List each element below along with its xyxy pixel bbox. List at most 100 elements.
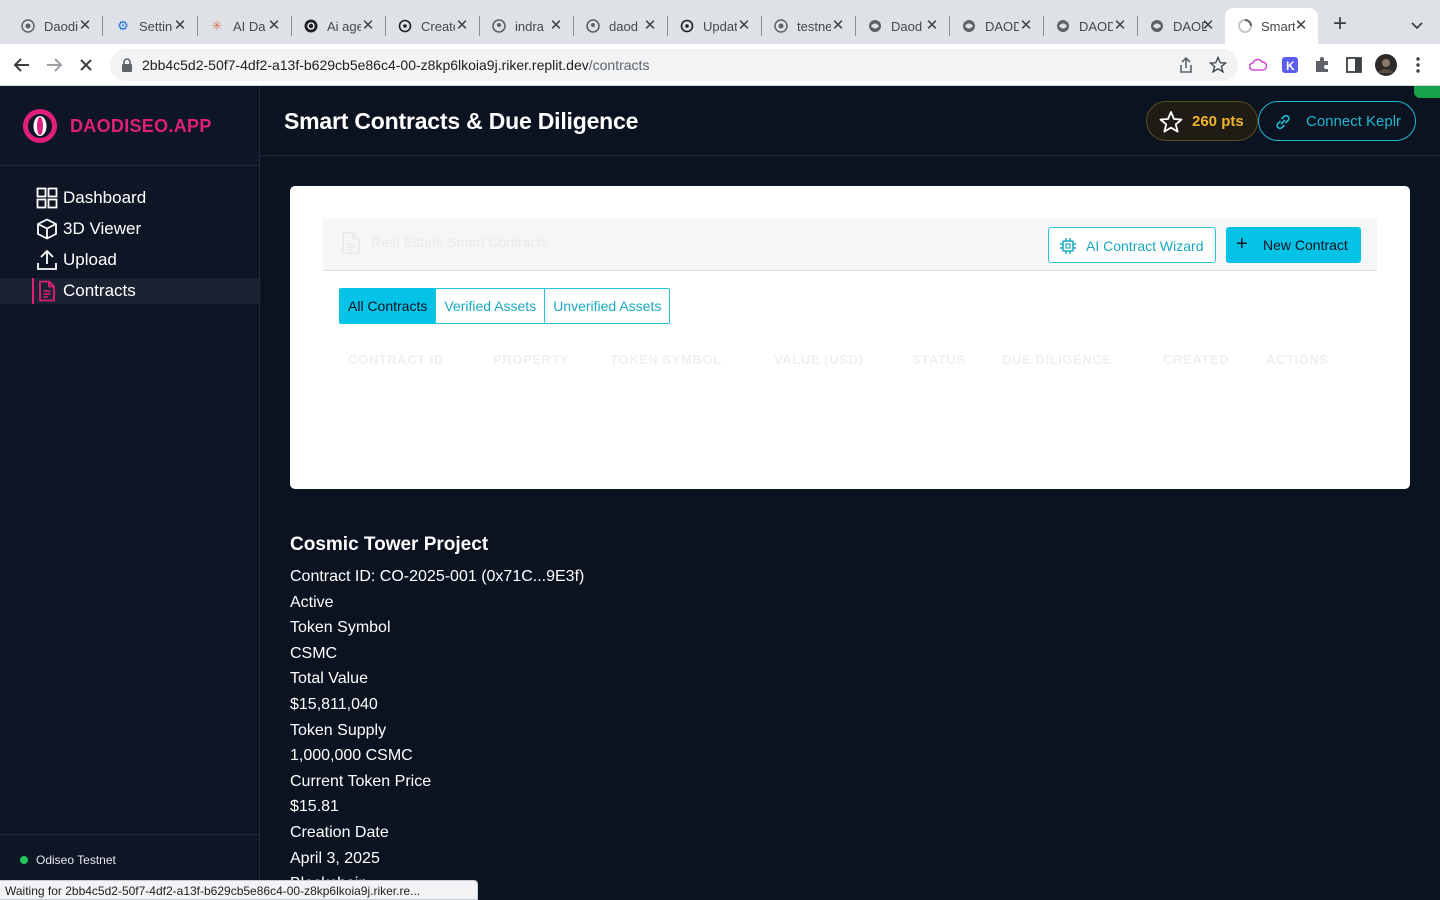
detail-value: $15.81 — [290, 798, 339, 815]
circle-icon — [679, 18, 695, 34]
detail-value: CSMC — [290, 645, 338, 662]
browser-tab-active[interactable]: Smart ✕ — [1225, 8, 1318, 44]
close-tab-icon[interactable]: ✕ — [829, 17, 847, 35]
online-dot-icon — [20, 856, 28, 864]
asterisk-icon: ✳ — [211, 18, 223, 33]
browser-tab[interactable]: DAOD ✕ — [949, 8, 1043, 44]
close-tab-icon[interactable]: ✕ — [265, 17, 283, 35]
github-icon — [585, 18, 601, 34]
browser-tab[interactable]: daod ✕ — [573, 8, 667, 44]
browser-tab[interactable]: ⚙ Settings ✕ — [103, 8, 197, 44]
sidebar: DAODISEO.APP Dashboard 3D Viewer Upload — [0, 86, 260, 900]
forward-arrow-icon[interactable] — [41, 52, 67, 78]
browser-tab[interactable]: Create ✕ — [385, 8, 479, 44]
detail-label: Token Symbol — [290, 619, 391, 636]
column-header[interactable]: DUE DILIGENCE — [1002, 352, 1112, 367]
contracts-card-header: Real Estate Smart Contracts AI Contract … — [323, 219, 1377, 271]
close-tab-icon[interactable]: ✕ — [641, 17, 659, 35]
contracts-table-header: CONTRACT ID PROPERTY TOKEN SYMBOL VALUE … — [348, 352, 1348, 368]
stop-loading-icon[interactable] — [73, 52, 99, 78]
detail-label: Creation Date — [290, 824, 389, 841]
column-header[interactable]: PROPERTY — [493, 352, 569, 367]
share-icon[interactable] — [1175, 54, 1197, 76]
browser-menu-icon[interactable] — [1407, 54, 1429, 76]
browser-tab[interactable]: DAOD ✕ — [1043, 8, 1137, 44]
globe-icon — [773, 18, 789, 34]
back-arrow-icon[interactable] — [9, 52, 35, 78]
plus-icon: + — [1236, 233, 1248, 255]
svg-text:K: K — [1286, 59, 1295, 73]
gear-icon: ⚙ — [117, 18, 129, 33]
browser-toolbar: 2bb4c5d2-50f7-4df2-a13f-b629cb5e86c4-00-… — [0, 44, 1440, 86]
close-tab-icon[interactable]: ✕ — [923, 17, 941, 35]
upload-icon — [36, 249, 58, 271]
extensions-puzzle-icon[interactable] — [1311, 54, 1333, 76]
points-badge[interactable]: 260 pts — [1146, 101, 1258, 141]
column-header[interactable]: ACTIONS — [1266, 352, 1329, 367]
sidebar-item-upload[interactable]: Upload — [0, 247, 259, 273]
close-tab-icon[interactable]: ✕ — [171, 17, 189, 35]
network-name: Odiseo Testnet — [36, 853, 116, 867]
github-icon — [491, 18, 507, 34]
logo-icon — [22, 108, 58, 144]
browser-tab[interactable]: Ai agent ✕ — [291, 8, 385, 44]
column-header[interactable]: CONTRACT ID — [348, 352, 444, 367]
browser-status-bubble: Waiting for 2bb4c5d2-50f7-4df2-a13f-b629… — [0, 880, 478, 900]
connect-keplr-button[interactable]: Connect Keplr — [1258, 101, 1416, 141]
tab-verified-assets[interactable]: Verified Assets — [435, 288, 546, 324]
bookmark-star-icon[interactable] — [1207, 54, 1229, 76]
column-header[interactable]: VALUE (USD) — [774, 352, 863, 367]
browser-tab[interactable]: Daod ✕ — [855, 8, 949, 44]
topbar: Smart Contracts & Due Diligence 260 pts … — [260, 86, 1440, 156]
close-tab-icon[interactable]: ✕ — [453, 17, 471, 35]
address-bar[interactable]: 2bb4c5d2-50f7-4df2-a13f-b629cb5e86c4-00-… — [110, 49, 1238, 81]
sidebar-item-contracts[interactable]: Contracts — [0, 278, 259, 304]
globe-icon — [961, 18, 977, 34]
extension-k-icon[interactable]: K — [1279, 54, 1301, 76]
close-tab-icon[interactable]: ✕ — [1111, 17, 1129, 35]
close-tab-icon[interactable]: ✕ — [76, 17, 94, 35]
browser-tab[interactable]: DAOD ✕ — [1137, 8, 1225, 44]
new-contract-button[interactable]: + New Contract — [1226, 227, 1361, 263]
browser-tab[interactable]: testnet ✕ — [761, 8, 855, 44]
detail-value: 1,000,000 CSMC — [290, 747, 413, 764]
detail-value: $15,811,040 — [290, 696, 378, 713]
document-icon — [341, 231, 361, 255]
notification-badge — [1414, 86, 1440, 98]
chip-icon — [1059, 237, 1077, 255]
openai-icon — [303, 18, 319, 34]
close-tab-icon[interactable]: ✕ — [1199, 17, 1217, 35]
sidebar-item-dashboard[interactable]: Dashboard — [0, 185, 259, 211]
globe-icon — [20, 18, 36, 34]
close-tab-icon[interactable]: ✕ — [735, 17, 753, 35]
tab-all-contracts[interactable]: All Contracts — [339, 288, 437, 324]
browser-tab[interactable]: Daodiseo ✕ — [8, 8, 102, 44]
browser-tab[interactable]: indra ✕ — [479, 8, 573, 44]
globe-icon — [867, 18, 883, 34]
browser-tab[interactable]: ✳ AI Da ✕ — [197, 8, 291, 44]
tab-unverified-assets[interactable]: Unverified Assets — [544, 288, 671, 324]
column-header[interactable]: TOKEN SYMBOL — [610, 352, 722, 367]
column-header[interactable]: CREATED — [1163, 352, 1229, 367]
new-tab-icon[interactable]: + — [1328, 12, 1352, 37]
url-text: 2bb4c5d2-50f7-4df2-a13f-b629cb5e86c4-00-… — [142, 57, 650, 73]
close-tab-icon[interactable]: ✕ — [359, 17, 377, 35]
brand: DAODISEO.APP — [0, 86, 259, 166]
browser-tab[interactable]: Update ✕ — [667, 8, 761, 44]
side-panel-icon[interactable] — [1343, 54, 1365, 76]
extension-cloud-icon[interactable] — [1247, 54, 1269, 76]
status-text: Active — [290, 594, 334, 611]
active-indicator — [32, 278, 34, 304]
tab-search-chevron-icon[interactable] — [1406, 14, 1428, 36]
close-tab-icon[interactable]: ✕ — [547, 17, 565, 35]
close-tab-icon[interactable]: ✕ — [1017, 17, 1035, 35]
close-tab-icon[interactable]: ✕ — [1292, 17, 1310, 35]
ai-contract-wizard-button[interactable]: AI Contract Wizard — [1048, 227, 1216, 263]
browser-tab-strip: Daodiseo ✕ ⚙ Settings ✕ ✳ AI Da ✕ Ai age… — [0, 0, 1440, 44]
profile-avatar[interactable] — [1375, 54, 1397, 76]
app-root: DAODISEO.APP Dashboard 3D Viewer Upload — [0, 86, 1440, 900]
detail-label: Token Supply — [290, 722, 387, 739]
sidebar-item-3d-viewer[interactable]: 3D Viewer — [0, 216, 259, 242]
page-title: Smart Contracts & Due Diligence — [284, 108, 639, 134]
column-header[interactable]: STATUS — [912, 352, 966, 367]
